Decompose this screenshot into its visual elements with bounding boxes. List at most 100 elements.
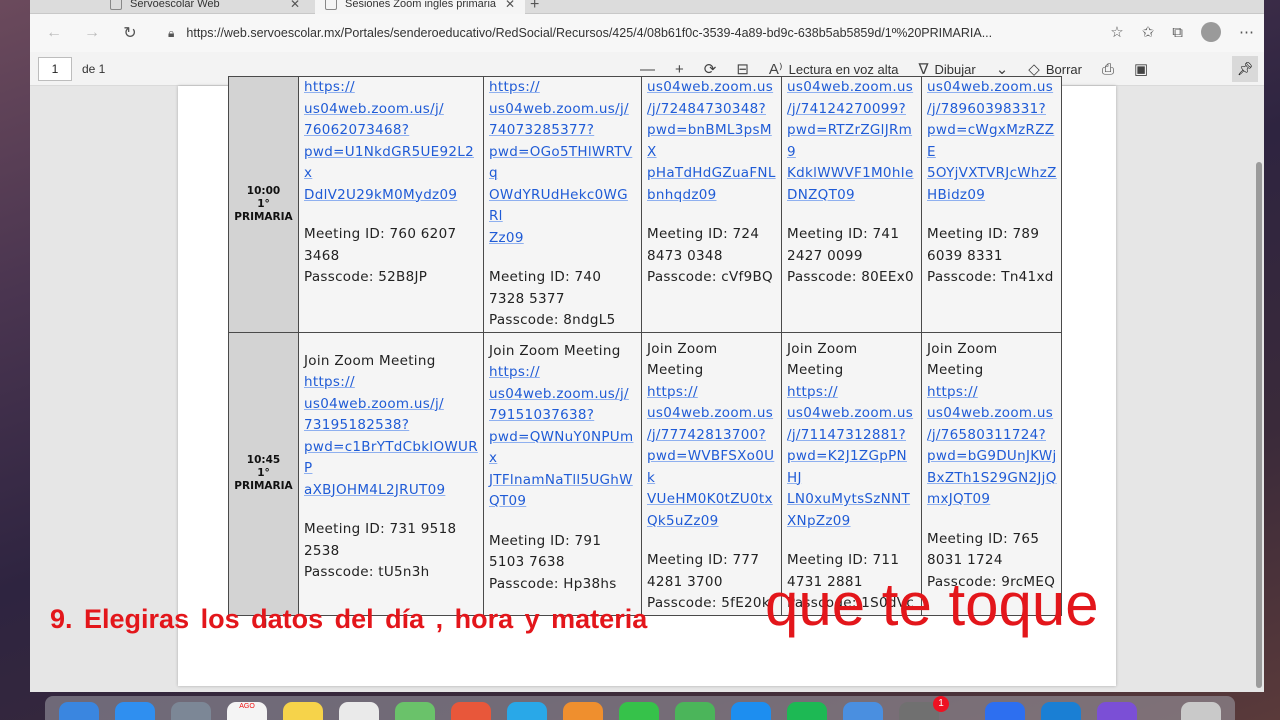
zoom-link[interactable]: /j/72484730348? [647,99,777,121]
meeting-id: Meeting ID: 765 8031 1724 [927,530,1040,569]
zoom-link[interactable]: VUeHM0K0tZU0tx [647,489,777,511]
zoom-link[interactable]: https:// [647,382,777,404]
time-cell-time: 10:45 [246,454,281,466]
collections-icon[interactable]: ⧉ [1172,24,1183,41]
zoom-link[interactable]: pwd=RTZrZGlJRm9 [787,120,917,163]
save-icon[interactable]: ▣ [1134,60,1148,78]
tab-servoescolar[interactable]: Servoescolar Web ✕ [100,0,310,14]
zoom-link[interactable]: /j/71147312881? [787,425,917,447]
zoom-link[interactable]: mxJQT09 [927,489,1057,511]
zoom-link[interactable]: 5OYjVXTVRJcWhzZ [927,163,1057,185]
zoom-link[interactable]: XNpZz09 [787,511,917,533]
app-store-icon[interactable] [731,702,771,720]
numbers-icon[interactable] [675,702,715,720]
zoom-in-icon[interactable]: + [675,61,684,78]
zoom-link[interactable]: /j/78960398331? [927,99,1057,121]
draw-label: Dibujar [934,61,976,77]
zoom-link[interactable]: https:// [304,372,479,394]
print-icon[interactable]: ⎙ [1102,61,1114,78]
zoom-link[interactable]: us04web.zoom.us [927,77,1057,99]
zoom-icon[interactable] [985,702,1025,720]
finder-icon[interactable] [59,702,99,720]
zoom-link[interactable]: pwd=WVBFSXo0Uk [647,446,777,489]
zoom-link[interactable]: Zz09 [489,228,637,250]
zoom-link[interactable]: pwd=OGo5THlWRTVq [489,142,637,185]
preview-icon[interactable] [843,702,883,720]
zoom-link[interactable]: 73195182538? [304,415,479,437]
zoom-link[interactable]: bnhqdz09 [647,185,777,207]
zoom-link[interactable]: aXBJOHM4L2JRUT09 [304,480,479,502]
zoom-link[interactable]: KdklWWVF1M0hIe [787,163,917,185]
tab-sesiones-zoom[interactable]: Sesiones Zoom ingles primaria ✕ [315,0,525,14]
zoom-link[interactable]: pHaTdHdGZuaFNL [647,163,777,185]
trash-icon[interactable] [1181,702,1221,720]
zoom-link[interactable]: 76062073468? [304,120,479,142]
star-icon[interactable]: ☆ [1110,23,1123,41]
notes-icon[interactable] [283,702,323,720]
facetime-icon[interactable] [619,702,659,720]
zoom-link[interactable]: us04web.zoom.us [927,403,1057,425]
new-tab-icon[interactable]: + [530,0,539,14]
zoom-link[interactable]: us04web.zoom.us [787,403,917,425]
calendar-icon[interactable]: AGO [227,702,267,720]
zoom-link[interactable]: DNZQT09 [787,185,917,207]
zoom-link[interactable]: pwd=c1BrYTdCbklOWURP [304,437,479,480]
zoom-link[interactable]: LN0xuMytsSzNNT [787,489,917,511]
zoom-link[interactable]: /j/76580311724? [927,425,1057,447]
zoom-link[interactable]: https:// [927,382,1057,404]
zoom-link[interactable]: us04web.zoom.us/j/ [489,99,637,121]
zoom-link[interactable]: HBidz09 [927,185,1057,207]
zoom-link[interactable]: us04web.zoom.us [787,77,917,99]
zoom-link[interactable]: JTFlnamNaTll5UGhW [489,470,637,492]
spotify-icon[interactable] [787,702,827,720]
zoom-link[interactable]: QT09 [489,491,637,513]
reminders-icon[interactable] [339,702,379,720]
zoom-link[interactable]: BxZTh1S29GN2JjQ [927,468,1057,490]
photos-icon[interactable] [451,702,491,720]
zoom-link[interactable]: pwd=bG9DUnJKWj [927,446,1057,468]
zoom-link[interactable]: /j/74124270099? [787,99,917,121]
zoom-link[interactable]: us04web.zoom.us/j/ [304,99,479,121]
close-icon[interactable]: ✕ [505,0,515,11]
meeting-cell: https://us04web.zoom.us/j/74073285377? pw… [483,76,642,333]
back-icon[interactable]: ← [40,24,68,42]
favorites-icon[interactable]: ✩ [1142,23,1155,41]
url-field[interactable]: 🔒︎ https://web.servoescolar.mx/Portales/… [156,19,1056,47]
edge-icon[interactable] [1041,702,1081,720]
zoom-link[interactable]: /j/77742813700? [647,425,777,447]
close-icon[interactable]: ✕ [290,0,300,11]
zoom-link[interactable]: https:// [787,382,917,404]
reload-icon[interactable]: ↻ [116,23,144,43]
imovie-icon[interactable] [1097,702,1137,720]
zoom-out-icon[interactable]: — [640,61,655,78]
zoom-link[interactable]: OWdYRUdHekc0WGRl [489,185,637,228]
messages-icon[interactable] [507,702,547,720]
zoom-link[interactable]: 74073285377? [489,120,637,142]
pages-icon[interactable] [563,702,603,720]
zoom-link[interactable]: DdlV2U29kM0Mydz09 [304,185,479,207]
zoom-link[interactable]: us04web.zoom.us [647,77,777,99]
zoom-link[interactable]: us04web.zoom.us/j/ [304,394,479,416]
zoom-link[interactable]: https:// [304,77,479,99]
zoom-link[interactable]: us04web.zoom.us [647,403,777,425]
zoom-link[interactable]: pwd=U1NkdGR5UE92L2x [304,142,479,185]
zoom-link[interactable]: Qk5uZz09 [647,511,777,533]
launchpad-icon[interactable] [171,702,211,720]
zoom-link[interactable]: https:// [489,77,637,99]
zoom-link[interactable]: 79151037638? [489,405,637,427]
more-icon[interactable]: ⋯ [1239,23,1254,41]
zoom-link[interactable]: pwd=bnBML3psMX [647,120,777,163]
safari-icon[interactable] [115,702,155,720]
zoom-link[interactable]: pwd=K2J1ZGpPNHJ [787,446,917,489]
forward-icon[interactable]: → [78,24,106,42]
pin-icon[interactable]: 📌︎ [1232,56,1258,82]
zoom-link[interactable]: us04web.zoom.us/j/ [489,384,637,406]
maps-icon[interactable] [395,702,435,720]
page-number-input[interactable]: 1 [38,57,72,81]
zoom-link[interactable]: pwd=QWNuY0NPUmx [489,427,637,470]
zoom-link[interactable]: https:// [489,362,637,384]
zoom-link[interactable]: pwd=cWgxMzRZZE [927,120,1057,163]
scrollbar[interactable] [1256,162,1262,688]
profile-avatar[interactable] [1201,22,1221,42]
